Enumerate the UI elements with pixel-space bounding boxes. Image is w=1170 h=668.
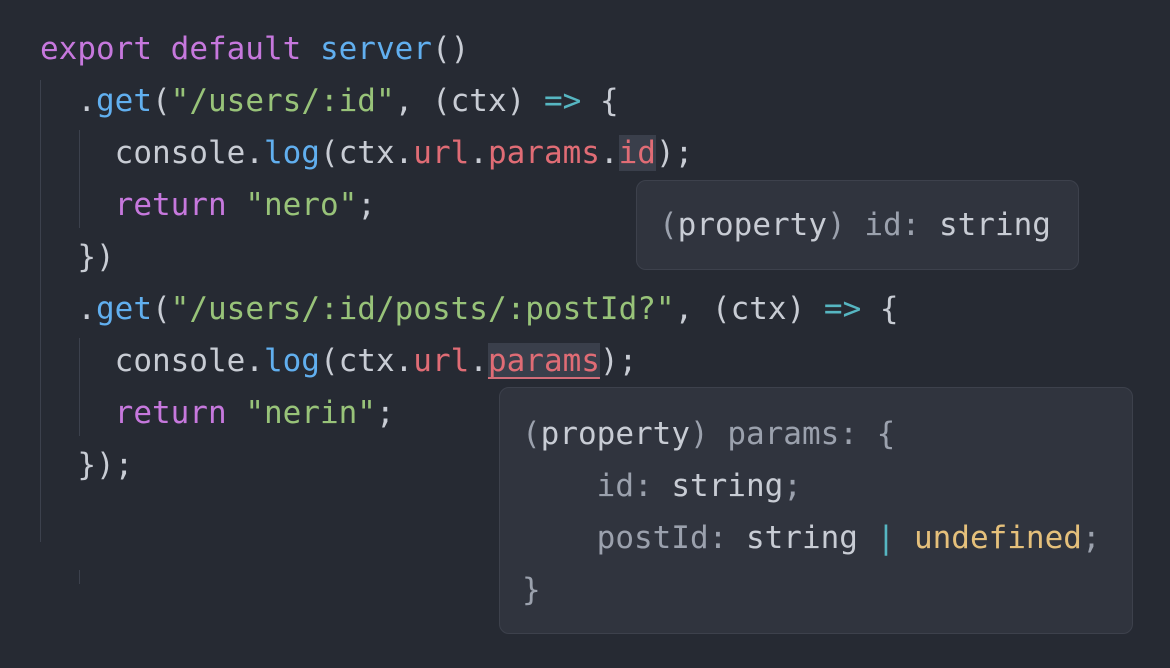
code-token: (ctx. — [319, 343, 414, 379]
code-token: string — [745, 520, 858, 556]
code-token: ( — [152, 83, 171, 119]
code-token: . — [469, 343, 488, 379]
tooltip-line: id: string; — [522, 460, 802, 512]
code-token: { — [581, 83, 619, 119]
code-line-7: console.log(ctx.url.params); — [40, 335, 637, 387]
code-token: }); — [40, 447, 134, 483]
code-token: export — [40, 31, 152, 67]
code-token: ; — [783, 468, 802, 504]
code-token: string — [938, 207, 1051, 243]
code-token: default — [170, 31, 302, 67]
code-token: ; — [1081, 520, 1101, 556]
code-line-3: console.log(ctx.url.params.id); — [40, 127, 693, 179]
code-line-4: return "nero"; — [40, 179, 376, 231]
code-token: ; — [375, 395, 395, 431]
code-token: => — [543, 83, 582, 119]
code-token: (ctx. — [319, 135, 414, 171]
code-token: get — [96, 83, 152, 119]
code-token: "nerin" — [245, 395, 376, 431]
code-token: return — [114, 187, 227, 223]
code-token: url — [413, 135, 470, 171]
code-token: ; — [357, 187, 376, 223]
tooltip-line: postId: string | undefined; — [522, 512, 1101, 564]
code-line-6: .get("/users/:id/posts/:postId?", (ctx) … — [40, 283, 899, 335]
code-token: id — [864, 207, 902, 243]
code-token: ( — [152, 291, 171, 327]
code-token: console. — [40, 135, 264, 171]
tooltip-line: (property) id: string — [659, 199, 1051, 251]
code-token: return — [114, 395, 227, 431]
code-token: => — [823, 291, 862, 327]
code-token: () — [431, 31, 470, 67]
code-token: . — [40, 83, 96, 119]
code-token: property — [540, 416, 690, 452]
code-token: url — [413, 343, 470, 379]
code-token: server — [319, 31, 432, 67]
code-token: ) — [689, 416, 728, 452]
code-token: log — [263, 343, 320, 379]
code-line-1: export default server() — [40, 23, 469, 75]
code-line-9: }); — [40, 439, 133, 491]
code-token: { — [861, 291, 899, 327]
code-token: ( — [522, 416, 541, 452]
code-token: string — [671, 468, 784, 504]
code-line-5: }) — [40, 231, 115, 283]
code-token: . — [599, 135, 619, 171]
code-line-2: .get("/users/:id", (ctx) => { — [40, 75, 619, 127]
code-token: undefined — [913, 520, 1082, 556]
code-editor[interactable]: export default server() .get("/users/:id… — [0, 0, 1170, 668]
code-line-8: return "nerin"; — [40, 387, 395, 439]
code-token: params — [727, 416, 840, 452]
code-token: "/users/:id" — [170, 83, 395, 119]
tooltip-line: (property) params: { — [522, 408, 895, 460]
code-token: } — [522, 572, 541, 608]
code-token: , (ctx) — [394, 83, 544, 119]
code-token: }) — [40, 239, 115, 275]
code-token: ) — [826, 207, 865, 243]
code-token: console. — [40, 343, 264, 379]
code-token: postId — [596, 520, 709, 556]
code-token: ); — [599, 343, 638, 379]
code-token: | — [857, 520, 914, 556]
code-token: , (ctx) — [674, 291, 824, 327]
code-token: : { — [839, 416, 896, 452]
code-token: property — [677, 207, 827, 243]
tooltip-line: } — [522, 564, 541, 616]
code-token: "nero" — [245, 187, 358, 223]
code-token: log — [263, 135, 320, 171]
code-token: "/users/:id/posts/:postId?" — [170, 291, 675, 327]
code-token: . — [40, 291, 96, 327]
code-token: id — [596, 468, 634, 504]
hover-tooltip-id: (property) id: string — [636, 180, 1079, 270]
code-token: . — [469, 135, 488, 171]
code-token: : — [708, 520, 746, 556]
code-token: ); — [655, 135, 694, 171]
code-token: ( — [659, 207, 678, 243]
code-token: : — [901, 207, 939, 243]
hover-tooltip-params: (property) params: { id: string; postId:… — [499, 387, 1133, 634]
code-token: get — [96, 291, 152, 327]
code-token: : — [633, 468, 672, 504]
code-token: params — [487, 135, 600, 171]
code-token[interactable]: params — [487, 343, 600, 379]
code-token[interactable]: id — [618, 135, 656, 171]
indent-guide — [79, 570, 80, 584]
